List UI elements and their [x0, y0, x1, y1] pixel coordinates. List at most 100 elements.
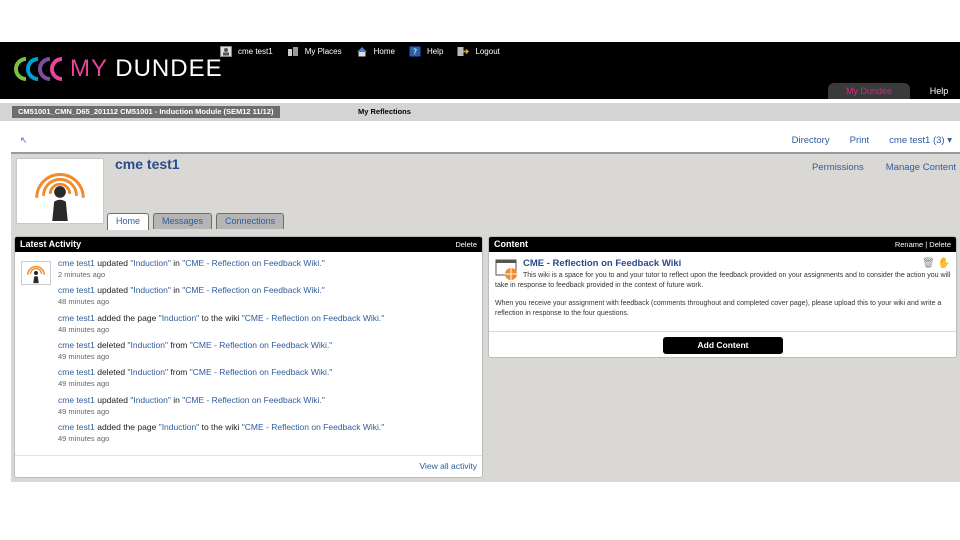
activity-footer-divider	[15, 455, 482, 456]
tab-messages[interactable]: Messages	[153, 213, 213, 229]
activity-connector: in	[170, 258, 183, 268]
toplink-my-places[interactable]: My Places	[287, 46, 342, 57]
activity-connector: to the wiki	[199, 421, 242, 432]
content-actions[interactable]: Rename | Delete	[895, 237, 951, 252]
screenshot: MY DUNDEE cme test1 My Places Home ? Hel…	[0, 0, 960, 540]
latest-activity-panel: Latest Activity Delete cme test1 updated…	[14, 236, 483, 478]
profile-name: cme test1	[115, 156, 180, 172]
activity-user-link[interactable]: cme test1	[58, 285, 95, 295]
toplink-user[interactable]: cme test1	[220, 45, 273, 57]
activity-verb: updated	[94, 285, 131, 296]
toplink-logout[interactable]: Logout	[457, 46, 500, 57]
activity-target-link[interactable]: "CME - Reflection on Feedback Wiki."	[182, 258, 325, 268]
content-header: Content Rename | Delete	[489, 237, 956, 252]
activity-time: 49 minutes ago	[58, 379, 110, 389]
activity-verb: added the page	[94, 421, 159, 432]
activity-connector: from	[168, 367, 190, 378]
activity-item: cme test1 deleted "Induction" from "CME …	[58, 340, 332, 361]
my-dundee-logo[interactable]: MY DUNDEE	[12, 54, 223, 84]
activity-verb: deleted	[94, 367, 128, 378]
activity-object-link[interactable]: "Induction"	[127, 340, 168, 350]
activity-target-link[interactable]: "CME - Reflection on Feedback Wiki."	[182, 395, 325, 405]
activity-object-link[interactable]: "Induction"	[127, 367, 168, 377]
activity-user-link[interactable]: cme test1	[58, 313, 95, 323]
toplink-help[interactable]: ? Help	[409, 46, 443, 57]
activity-time: 49 minutes ago	[58, 433, 110, 443]
activity-item: cme test1 updated "Induction" in "CME - …	[58, 258, 325, 279]
back-arrow-icon[interactable]: ↖	[20, 135, 28, 146]
toplink-home[interactable]: Home	[356, 46, 395, 57]
activity-target-link[interactable]: "CME - Reflection on Feedback Wiki."	[242, 422, 385, 432]
wiki-tools: 🗑 ✋	[922, 258, 950, 269]
add-content-button[interactable]: Add Content	[663, 337, 783, 354]
manage-content-link[interactable]: Manage Content	[886, 162, 956, 173]
logout-icon	[457, 46, 470, 56]
trash-icon[interactable]: 🗑	[922, 258, 935, 269]
podcast-avatar-icon	[27, 265, 45, 284]
activity-item: cme test1 added the page "Induction" to …	[58, 313, 384, 334]
activity-object-link[interactable]: "Induction"	[159, 422, 200, 432]
activity-delete[interactable]: Delete	[455, 237, 477, 252]
activity-time: 49 minutes ago	[58, 406, 110, 416]
svg-text:?: ?	[413, 47, 417, 56]
podcast-avatar-icon	[35, 173, 85, 222]
activity-time: 48 minutes ago	[58, 297, 110, 307]
activity-target-link[interactable]: "CME - Reflection on Feedback Wiki."	[190, 340, 333, 350]
directory-link[interactable]: Directory	[792, 135, 830, 146]
main-tabs: My Dundee Help	[828, 83, 960, 99]
content-title: Content	[494, 239, 528, 249]
wiki-description-1: This wiki is a space for you to and your…	[495, 272, 951, 289]
activity-connector: from	[168, 339, 190, 350]
activity-item: cme test1 deleted "Induction" from "CME …	[58, 367, 332, 388]
activity-avatar	[21, 261, 51, 285]
top-header: MY DUNDEE cme test1 My Places Home ? Hel…	[0, 42, 960, 99]
wiki-title-link[interactable]: CME - Reflection on Feedback Wiki	[523, 258, 681, 269]
activity-verb: deleted	[94, 339, 128, 350]
home-icon	[356, 46, 367, 56]
activity-time: 48 minutes ago	[58, 324, 110, 334]
wiki-description-2: When you receive your assignment with fe…	[495, 300, 942, 317]
user-icon	[220, 45, 232, 57]
logo-text: MY DUNDEE	[70, 55, 223, 82]
activity-user-link[interactable]: cme test1	[58, 258, 95, 268]
activity-target-link[interactable]: "CME - Reflection on Feedback Wiki."	[190, 367, 333, 377]
drag-hand-icon[interactable]: ✋	[938, 258, 950, 269]
view-all-activity-link[interactable]: View all activity	[420, 461, 477, 471]
content-divider	[489, 331, 956, 332]
user-menu[interactable]: cme test1 (3) ▾	[889, 135, 952, 146]
content-panel: Content Rename | Delete CME - Reflection…	[488, 236, 957, 358]
tab-home[interactable]: Home	[107, 213, 150, 230]
profile-header: cme test1 Permissions Manage Content Hom…	[11, 152, 960, 230]
activity-object-link[interactable]: "Induction"	[159, 313, 200, 323]
activity-connector: in	[170, 285, 183, 296]
activity-user-link[interactable]: cme test1	[58, 422, 95, 432]
activity-header: Latest Activity Delete	[15, 237, 482, 252]
activity-verb: added the page	[94, 312, 159, 323]
activity-object-link[interactable]: "Induction"	[130, 258, 171, 268]
activity-connector: in	[170, 394, 183, 405]
activity-user-link[interactable]: cme test1	[58, 367, 95, 377]
tab-connections[interactable]: Connections	[216, 213, 285, 229]
places-icon	[287, 46, 298, 56]
activity-object-link[interactable]: "Induction"	[130, 395, 171, 405]
profile-links: Permissions Manage Content	[790, 162, 956, 173]
activity-object-link[interactable]: "Induction"	[130, 285, 171, 295]
activity-user-link[interactable]: cme test1	[58, 395, 95, 405]
activity-verb: updated	[94, 258, 131, 268]
profile-tabs: Home Messages Connections	[107, 213, 288, 230]
wiki-description: This wiki is a space for you to and your…	[495, 271, 953, 327]
tab-my-dundee[interactable]: My Dundee	[828, 83, 910, 99]
permissions-link[interactable]: Permissions	[812, 162, 864, 173]
logo-arcs-icon	[14, 57, 63, 81]
breadcrumb-course[interactable]: CM51001_CMN_D65_201112 CM51001 - Inducti…	[12, 106, 280, 118]
help-icon: ?	[409, 46, 421, 56]
activity-target-link[interactable]: "CME - Reflection on Feedback Wiki."	[242, 313, 385, 323]
activity-title: Latest Activity	[20, 239, 82, 249]
avatar	[16, 158, 104, 224]
tab-help[interactable]: Help	[922, 83, 956, 99]
toolbar: ↖ Directory Print cme test1 (3) ▾	[0, 131, 960, 151]
print-link[interactable]: Print	[850, 135, 870, 146]
activity-target-link[interactable]: "CME - Reflection on Feedback Wiki."	[182, 285, 325, 295]
activity-item: cme test1 updated "Induction" in "CME - …	[58, 395, 325, 416]
activity-user-link[interactable]: cme test1	[58, 340, 95, 350]
